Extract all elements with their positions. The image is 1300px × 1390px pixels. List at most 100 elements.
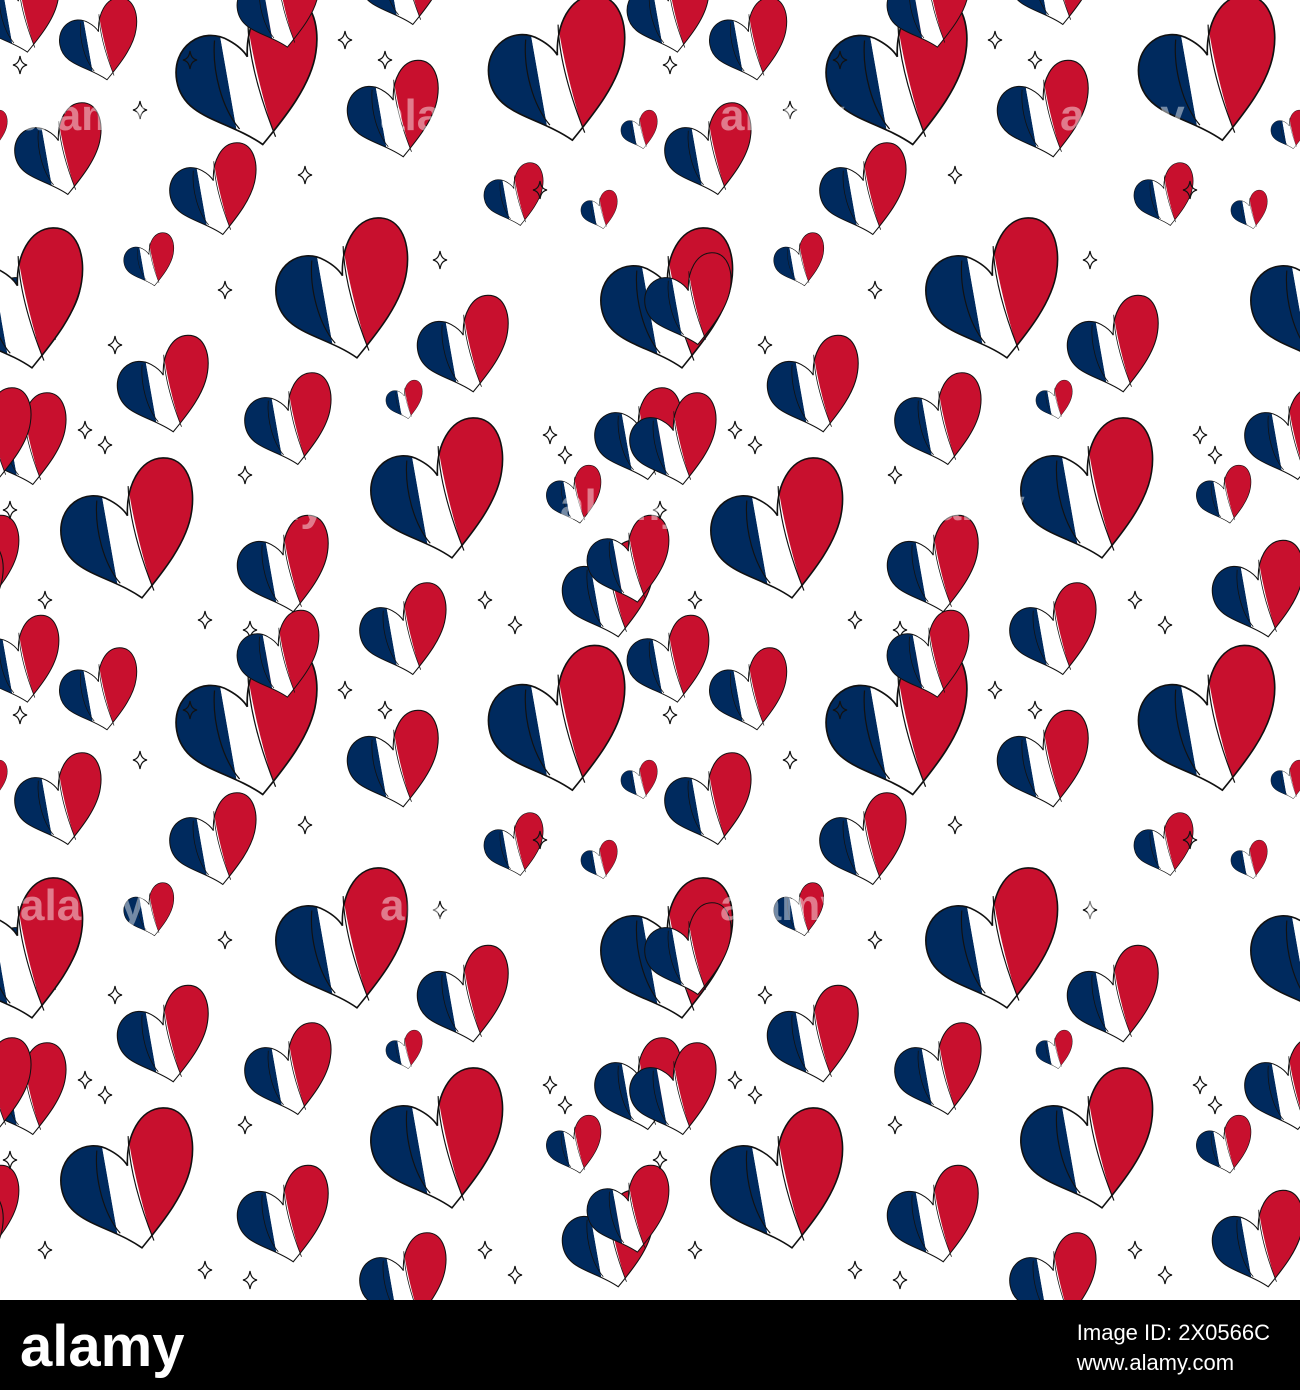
sparkle-icon <box>747 1085 763 1105</box>
sparkle-icon <box>727 1070 743 1090</box>
french-flag-heart-icon <box>688 1088 873 1273</box>
french-flag-heart-icon <box>1228 858 1300 1043</box>
french-flag-heart-icon <box>1187 1107 1263 1183</box>
french-flag-heart-icon <box>0 89 121 210</box>
alamy-logo: alamy <box>20 1314 184 1378</box>
french-flag-heart-icon <box>0 858 112 1043</box>
image-id-label: Image ID: 2X0566C <box>1076 1320 1270 1345</box>
watermark-bar: alamy Image ID: 2X0566C www.alamy.com <box>0 1300 1300 1390</box>
french-flag-heart-icon <box>575 835 626 886</box>
sparkle-icon <box>297 815 313 835</box>
sparkle-icon <box>987 680 1003 700</box>
french-flag-heart-icon <box>871 1151 998 1278</box>
french-flag-heart-icon <box>115 225 185 295</box>
sparkle-icon <box>1027 50 1043 70</box>
sparkle-icon <box>337 30 353 50</box>
french-flag-heart-icon <box>101 321 228 448</box>
french-flag-heart-icon <box>46 0 154 94</box>
sparkle-icon <box>557 445 573 465</box>
sparkle-icon <box>97 1085 113 1105</box>
svg-text:alamy: alamy <box>20 1314 184 1378</box>
sparkle-icon <box>1127 590 1143 610</box>
sparkle-icon <box>887 1115 903 1135</box>
french-flag-heart-icon <box>0 755 15 806</box>
french-flag-heart-icon <box>1196 526 1300 653</box>
french-flag-heart-icon <box>474 154 557 237</box>
sparkle-icon <box>867 280 883 300</box>
sparkle-icon <box>757 335 773 355</box>
french-flag-heart-icon <box>998 1048 1183 1233</box>
french-flag-heart-icon <box>688 438 873 623</box>
sparkle-icon <box>1082 250 1098 270</box>
french-flag-heart-icon <box>615 755 666 806</box>
sparkle-icon <box>37 1240 53 1260</box>
french-flag-heart-icon <box>903 848 1088 1033</box>
french-flag-heart-icon <box>998 398 1183 583</box>
french-flag-heart-icon <box>1124 154 1207 237</box>
sparkle-icon <box>132 750 148 770</box>
french-flag-heart-icon <box>348 1048 533 1233</box>
sparkle-icon <box>217 280 233 300</box>
french-flag-heart-icon <box>765 875 835 945</box>
french-flag-heart-icon <box>981 46 1108 173</box>
french-flag-heart-icon <box>1265 105 1300 156</box>
french-flag-heart-icon <box>253 848 438 1033</box>
french-flag-heart-icon <box>101 971 228 1098</box>
french-flag-heart-icon <box>380 1025 431 1076</box>
french-flag-heart-icon <box>348 398 533 583</box>
french-flag-heart-icon <box>0 503 37 618</box>
sparkle-icon <box>1207 1095 1223 1115</box>
sparkle-icon <box>12 705 28 725</box>
french-flag-heart-icon <box>0 739 121 860</box>
french-flag-heart-icon <box>751 321 878 448</box>
sparkle-icon <box>1027 700 1043 720</box>
french-flag-heart-icon <box>903 198 1088 383</box>
french-flag-heart-icon <box>879 1009 1000 1130</box>
sparkle-icon <box>847 610 863 630</box>
french-flag-heart-icon <box>229 359 350 480</box>
sparkle-icon <box>1127 1240 1143 1260</box>
sparkle-icon <box>687 1240 703 1260</box>
sparkle-icon <box>947 165 963 185</box>
french-flag-heart-icon <box>804 779 925 900</box>
sparkle-icon <box>782 750 798 770</box>
french-flag-heart-icon <box>1114 0 1300 166</box>
sparkle-icon <box>867 930 883 950</box>
french-flag-heart-icon <box>474 804 557 887</box>
sparkle-icon <box>477 1240 493 1260</box>
sparkle-icon <box>892 1270 908 1290</box>
sparkle-icon <box>507 1265 523 1285</box>
sparkle-icon <box>1207 445 1223 465</box>
sparkle-icon <box>97 435 113 455</box>
sparkle-icon <box>757 985 773 1005</box>
sparkle-icon <box>687 590 703 610</box>
french-flag-heart-icon <box>649 739 770 860</box>
sparkle-icon <box>377 50 393 70</box>
french-flag-heart-icon <box>1225 185 1276 236</box>
sparkle-icon <box>77 420 93 440</box>
sparkle-icon <box>1082 900 1098 920</box>
image-meta: Image ID: 2X0566C www.alamy.com <box>1077 1318 1270 1378</box>
sparkle-icon <box>727 420 743 440</box>
sparkle-icon <box>557 1095 573 1115</box>
sparkle-icon <box>132 100 148 120</box>
sparkle-icon <box>377 700 393 720</box>
french-flag-heart-icon <box>575 185 626 236</box>
sparkle-icon <box>947 815 963 835</box>
sparkle-icon <box>37 590 53 610</box>
sparkle-icon <box>747 435 763 455</box>
french-flag-heart-icon <box>1265 755 1300 806</box>
french-flag-heart-icon <box>0 105 15 156</box>
sparkle-icon <box>337 680 353 700</box>
sparkle-icon <box>197 1260 213 1280</box>
french-flag-heart-icon <box>464 0 655 166</box>
french-flag-heart-icon <box>46 636 154 744</box>
seamless-pattern: alamy alamy alamy alamy alamy alamy alam… <box>0 0 1300 1300</box>
french-flag-heart-icon <box>38 1088 223 1273</box>
sparkle-icon <box>77 1070 93 1090</box>
sparkle-icon <box>107 985 123 1005</box>
french-flag-heart-icon <box>115 875 185 945</box>
sparkle-icon <box>1192 1075 1208 1095</box>
sparkle-icon <box>887 465 903 485</box>
sparkle-icon <box>477 590 493 610</box>
